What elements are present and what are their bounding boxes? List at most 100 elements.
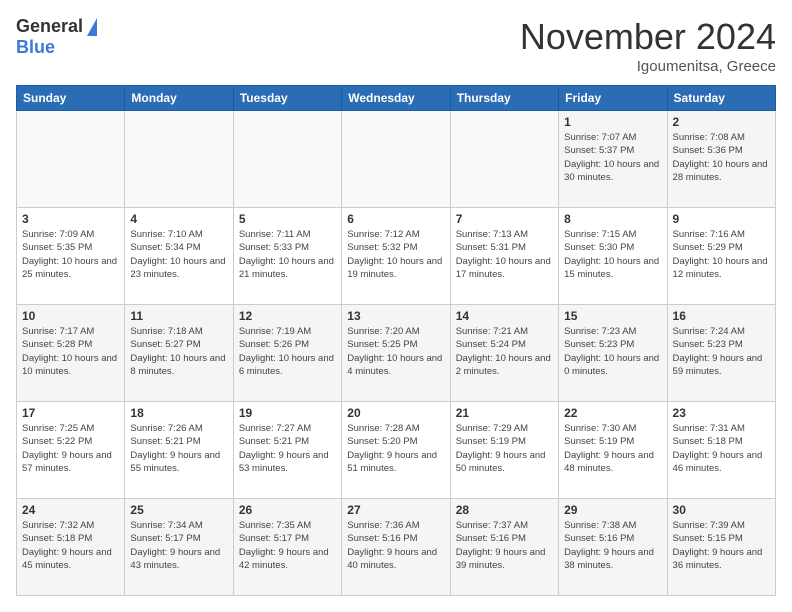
day-info: Sunrise: 7:31 AM Sunset: 5:18 PM Dayligh… (673, 422, 770, 475)
title-area: November 2024 Igoumenitsa, Greece (520, 16, 776, 75)
header-row: SundayMondayTuesdayWednesdayThursdayFrid… (17, 86, 776, 111)
day-info: Sunrise: 7:39 AM Sunset: 5:15 PM Dayligh… (673, 519, 770, 572)
day-info: Sunrise: 7:16 AM Sunset: 5:29 PM Dayligh… (673, 228, 770, 281)
day-number: 17 (22, 406, 119, 420)
day-number: 10 (22, 309, 119, 323)
week-row-4: 17 Sunrise: 7:25 AM Sunset: 5:22 PM Dayli… (17, 402, 776, 499)
day-cell: 12 Sunrise: 7:19 AM Sunset: 5:26 PM Dayli… (233, 305, 341, 402)
day-cell: 24Sunrise: 7:32 AM Sunset: 5:18 PM Dayli… (17, 499, 125, 596)
day-cell (233, 111, 341, 208)
day-cell: 3 Sunrise: 7:09 AM Sunset: 5:35 PM Daylig… (17, 208, 125, 305)
day-number: 24 (22, 503, 119, 517)
day-cell: 4 Sunrise: 7:10 AM Sunset: 5:34 PM Daylig… (125, 208, 233, 305)
day-info: Sunrise: 7:15 AM Sunset: 5:30 PM Dayligh… (564, 228, 661, 281)
day-cell: 10Sunrise: 7:17 AM Sunset: 5:28 PM Dayli… (17, 305, 125, 402)
day-info: Sunrise: 7:34 AM Sunset: 5:17 PM Dayligh… (130, 519, 227, 572)
day-header-monday: Monday (125, 86, 233, 111)
day-cell (17, 111, 125, 208)
day-number: 20 (347, 406, 444, 420)
day-info: Sunrise: 7:12 AM Sunset: 5:32 PM Dayligh… (347, 228, 444, 281)
day-number: 7 (456, 212, 553, 226)
day-info: Sunrise: 7:35 AM Sunset: 5:17 PM Dayligh… (239, 519, 336, 572)
day-number: 9 (673, 212, 770, 226)
day-info: Sunrise: 7:10 AM Sunset: 5:34 PM Dayligh… (130, 228, 227, 281)
day-number: 3 (22, 212, 119, 226)
day-cell: 1Sunrise: 7:07 AM Sunset: 5:37 PM Daylig… (559, 111, 667, 208)
day-info: Sunrise: 7:20 AM Sunset: 5:25 PM Dayligh… (347, 325, 444, 378)
day-cell: 25 Sunrise: 7:34 AM Sunset: 5:17 PM Dayli… (125, 499, 233, 596)
day-cell: 8Sunrise: 7:15 AM Sunset: 5:30 PM Daylig… (559, 208, 667, 305)
day-cell: 27 Sunrise: 7:36 AM Sunset: 5:16 PM Dayli… (342, 499, 450, 596)
day-number: 29 (564, 503, 661, 517)
day-info: Sunrise: 7:36 AM Sunset: 5:16 PM Dayligh… (347, 519, 444, 572)
day-info: Sunrise: 7:11 AM Sunset: 5:33 PM Dayligh… (239, 228, 336, 281)
day-header-saturday: Saturday (667, 86, 775, 111)
day-number: 30 (673, 503, 770, 517)
day-info: Sunrise: 7:30 AM Sunset: 5:19 PM Dayligh… (564, 422, 661, 475)
day-number: 26 (239, 503, 336, 517)
day-info: Sunrise: 7:13 AM Sunset: 5:31 PM Dayligh… (456, 228, 553, 281)
week-row-5: 24Sunrise: 7:32 AM Sunset: 5:18 PM Dayli… (17, 499, 776, 596)
day-info: Sunrise: 7:19 AM Sunset: 5:26 PM Dayligh… (239, 325, 336, 378)
logo-blue-text: Blue (16, 37, 55, 58)
day-number: 4 (130, 212, 227, 226)
day-number: 18 (130, 406, 227, 420)
day-number: 28 (456, 503, 553, 517)
day-number: 16 (673, 309, 770, 323)
day-info: Sunrise: 7:09 AM Sunset: 5:35 PM Dayligh… (22, 228, 119, 281)
logo-general-text: General (16, 16, 83, 37)
day-cell: 23 Sunrise: 7:31 AM Sunset: 5:18 PM Dayli… (667, 402, 775, 499)
day-cell: 5 Sunrise: 7:11 AM Sunset: 5:33 PM Daylig… (233, 208, 341, 305)
header: General Blue November 2024 Igoumenitsa, … (16, 16, 776, 75)
day-cell (342, 111, 450, 208)
calendar: SundayMondayTuesdayWednesdayThursdayFrid… (16, 85, 776, 596)
day-cell: 21Sunrise: 7:29 AM Sunset: 5:19 PM Dayli… (450, 402, 558, 499)
day-info: Sunrise: 7:21 AM Sunset: 5:24 PM Dayligh… (456, 325, 553, 378)
day-info: Sunrise: 7:29 AM Sunset: 5:19 PM Dayligh… (456, 422, 553, 475)
day-cell: 18 Sunrise: 7:26 AM Sunset: 5:21 PM Dayli… (125, 402, 233, 499)
day-cell: 9 Sunrise: 7:16 AM Sunset: 5:29 PM Daylig… (667, 208, 775, 305)
day-cell: 15 Sunrise: 7:23 AM Sunset: 5:23 PM Dayli… (559, 305, 667, 402)
day-number: 25 (130, 503, 227, 517)
day-cell: 28 Sunrise: 7:37 AM Sunset: 5:16 PM Dayli… (450, 499, 558, 596)
day-info: Sunrise: 7:24 AM Sunset: 5:23 PM Dayligh… (673, 325, 770, 378)
day-info: Sunrise: 7:38 AM Sunset: 5:16 PM Dayligh… (564, 519, 661, 572)
day-info: Sunrise: 7:28 AM Sunset: 5:20 PM Dayligh… (347, 422, 444, 475)
day-cell: 20 Sunrise: 7:28 AM Sunset: 5:20 PM Dayli… (342, 402, 450, 499)
day-info: Sunrise: 7:23 AM Sunset: 5:23 PM Dayligh… (564, 325, 661, 378)
day-header-friday: Friday (559, 86, 667, 111)
day-number: 27 (347, 503, 444, 517)
day-cell: 13Sunrise: 7:20 AM Sunset: 5:25 PM Dayli… (342, 305, 450, 402)
day-cell: 11Sunrise: 7:18 AM Sunset: 5:27 PM Dayli… (125, 305, 233, 402)
location: Igoumenitsa, Greece (520, 58, 776, 75)
day-info: Sunrise: 7:07 AM Sunset: 5:37 PM Dayligh… (564, 131, 661, 184)
day-cell: 26 Sunrise: 7:35 AM Sunset: 5:17 PM Dayli… (233, 499, 341, 596)
day-number: 15 (564, 309, 661, 323)
day-cell: 29 Sunrise: 7:38 AM Sunset: 5:16 PM Dayli… (559, 499, 667, 596)
day-number: 22 (564, 406, 661, 420)
day-number: 11 (130, 309, 227, 323)
page: General Blue November 2024 Igoumenitsa, … (0, 0, 792, 612)
day-cell: 14Sunrise: 7:21 AM Sunset: 5:24 PM Dayli… (450, 305, 558, 402)
day-cell: 16 Sunrise: 7:24 AM Sunset: 5:23 PM Dayli… (667, 305, 775, 402)
day-info: Sunrise: 7:37 AM Sunset: 5:16 PM Dayligh… (456, 519, 553, 572)
day-cell: 22 Sunrise: 7:30 AM Sunset: 5:19 PM Dayli… (559, 402, 667, 499)
day-cell: 17 Sunrise: 7:25 AM Sunset: 5:22 PM Dayli… (17, 402, 125, 499)
day-cell: 19Sunrise: 7:27 AM Sunset: 5:21 PM Dayli… (233, 402, 341, 499)
week-row-3: 10Sunrise: 7:17 AM Sunset: 5:28 PM Dayli… (17, 305, 776, 402)
logo: General Blue (16, 16, 97, 58)
day-header-sunday: Sunday (17, 86, 125, 111)
day-header-tuesday: Tuesday (233, 86, 341, 111)
day-header-thursday: Thursday (450, 86, 558, 111)
day-info: Sunrise: 7:26 AM Sunset: 5:21 PM Dayligh… (130, 422, 227, 475)
day-number: 5 (239, 212, 336, 226)
day-number: 19 (239, 406, 336, 420)
day-cell (450, 111, 558, 208)
day-number: 12 (239, 309, 336, 323)
day-info: Sunrise: 7:25 AM Sunset: 5:22 PM Dayligh… (22, 422, 119, 475)
day-number: 23 (673, 406, 770, 420)
calendar-body: 1Sunrise: 7:07 AM Sunset: 5:37 PM Daylig… (17, 111, 776, 596)
week-row-1: 1Sunrise: 7:07 AM Sunset: 5:37 PM Daylig… (17, 111, 776, 208)
day-cell: 7 Sunrise: 7:13 AM Sunset: 5:31 PM Daylig… (450, 208, 558, 305)
day-cell: 6Sunrise: 7:12 AM Sunset: 5:32 PM Daylig… (342, 208, 450, 305)
